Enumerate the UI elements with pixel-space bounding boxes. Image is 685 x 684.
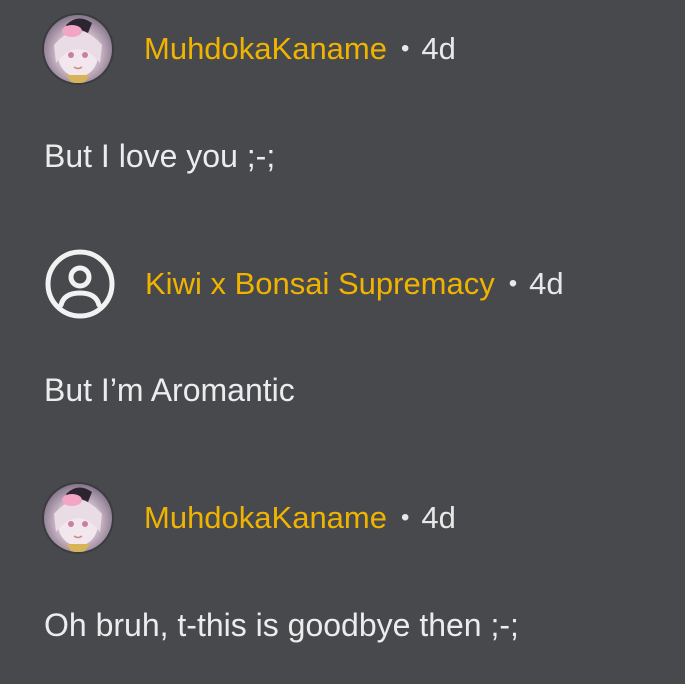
- default-user-icon: [45, 249, 115, 319]
- separator-dot: •: [401, 35, 410, 62]
- username[interactable]: MuhdokaKaname: [144, 500, 387, 536]
- comment-header: MuhdokaKaname • 4d: [44, 481, 456, 555]
- comment-text: Oh bruh, t-this is goodbye then ;-;: [44, 607, 519, 643]
- comment-text: But I’m Aromantic: [44, 372, 295, 408]
- username[interactable]: MuhdokaKaname: [144, 31, 387, 67]
- avatar[interactable]: [44, 248, 116, 320]
- anime-girl-avatar-icon: [54, 487, 102, 552]
- comment-header: MuhdokaKaname • 4d: [44, 12, 456, 86]
- avatar[interactable]: [44, 15, 112, 83]
- avatar[interactable]: [44, 484, 112, 552]
- separator-dot: •: [401, 504, 410, 531]
- comment-header: Kiwi x Bonsai Supremacy • 4d: [44, 247, 564, 321]
- username[interactable]: Kiwi x Bonsai Supremacy: [145, 266, 495, 302]
- anime-girl-avatar-icon: [54, 18, 102, 83]
- separator-dot: •: [508, 270, 518, 297]
- timestamp: 4d: [421, 500, 456, 535]
- timestamp: 4d: [529, 266, 564, 301]
- timestamp: 4d: [421, 31, 456, 66]
- comment-text: But I love you ;-;: [44, 138, 276, 174]
